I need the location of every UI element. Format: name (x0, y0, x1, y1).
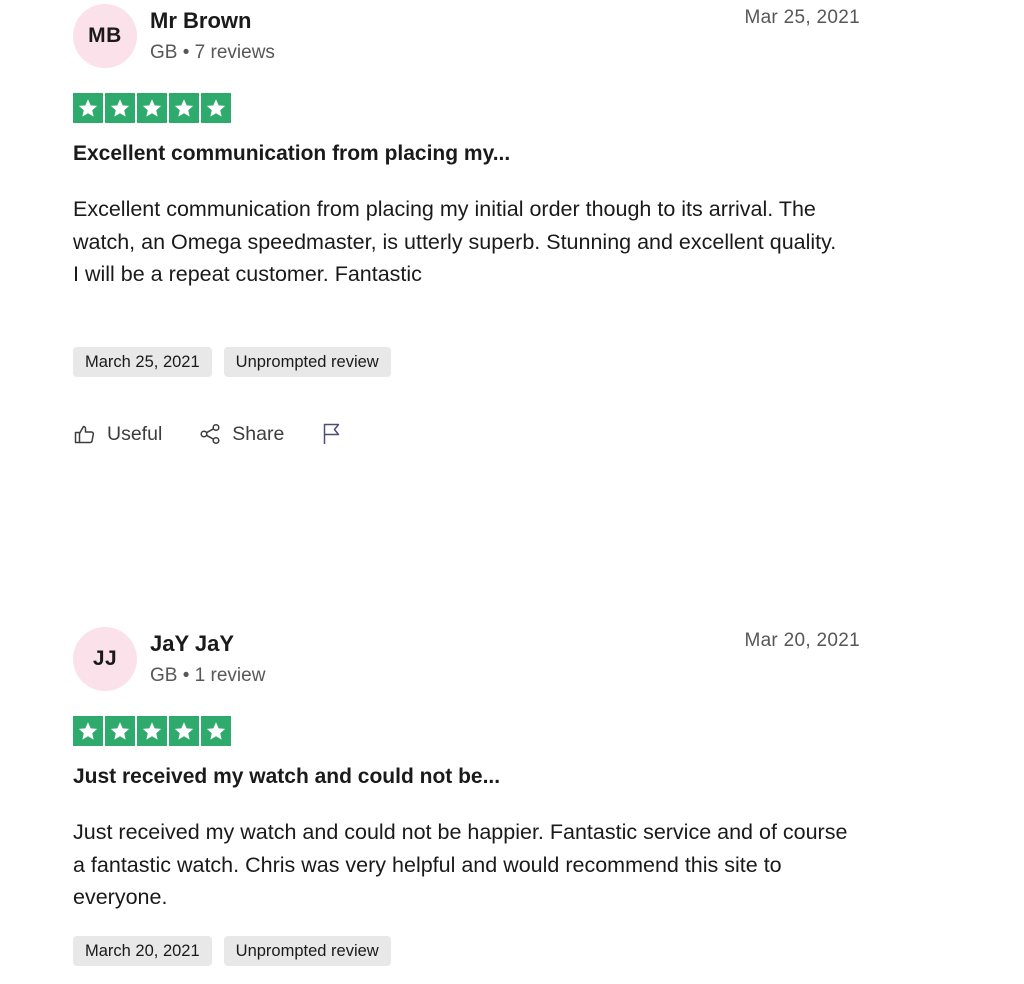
star-rating (73, 93, 231, 123)
review-body: Just received my watch and could not be … (73, 820, 848, 909)
review-title[interactable]: Just received my watch and could not be.… (73, 765, 500, 789)
review-actions: Useful Share (73, 422, 380, 446)
thumbs-up-icon (73, 422, 97, 446)
star-icon (169, 93, 199, 123)
reviews-page: MB Mr Brown GB • 7 reviews Mar 25, 2021 … (0, 0, 1024, 984)
star-icon (73, 716, 103, 746)
review-tags: March 25, 2021 Unprompted review (73, 347, 391, 377)
star-icon (137, 93, 167, 123)
star-icon (169, 716, 199, 746)
avatar[interactable]: MB (73, 4, 137, 68)
flag-icon (320, 422, 344, 446)
star-icon (201, 716, 231, 746)
review-date: Mar 20, 2021 (744, 630, 860, 651)
star-icon (105, 716, 135, 746)
consumer-meta: GB • 1 review (150, 665, 266, 686)
review-header: MB Mr Brown GB • 7 reviews Mar 25, 2021 (73, 4, 860, 70)
review-tags: March 20, 2021 Unprompted review (73, 936, 391, 966)
unprompted-review-tag[interactable]: Unprompted review (223, 347, 391, 377)
consumer-meta: GB • 7 reviews (150, 42, 275, 63)
avatar[interactable]: JJ (73, 627, 137, 691)
star-icon (105, 93, 135, 123)
star-icon (201, 93, 231, 123)
review-date: Mar 25, 2021 (744, 7, 860, 28)
consumer-name[interactable]: JaY JaY (150, 631, 234, 657)
star-icon (73, 93, 103, 123)
review-card: JJ JaY JaY GB • 1 review Mar 20, 2021 Ju… (73, 627, 860, 966)
unprompted-review-tag[interactable]: Unprompted review (223, 936, 391, 966)
review-header: JJ JaY JaY GB • 1 review Mar 20, 2021 (73, 627, 860, 693)
useful-label: Useful (107, 422, 163, 445)
consumer-name[interactable]: Mr Brown (150, 8, 251, 34)
star-icon (137, 716, 167, 746)
review-body: Excellent communication from placing my … (73, 197, 837, 286)
share-icon (198, 422, 222, 446)
review-title[interactable]: Excellent communication from placing my.… (73, 142, 510, 166)
date-of-experience-tag: March 20, 2021 (73, 936, 212, 966)
useful-button[interactable]: Useful (73, 422, 162, 446)
share-button[interactable]: Share (198, 422, 284, 446)
star-rating (73, 716, 231, 746)
share-label: Share (232, 422, 285, 445)
date-of-experience-tag: March 25, 2021 (73, 347, 212, 377)
review-card: MB Mr Brown GB • 7 reviews Mar 25, 2021 … (73, 4, 860, 445)
report-button[interactable] (320, 422, 344, 446)
